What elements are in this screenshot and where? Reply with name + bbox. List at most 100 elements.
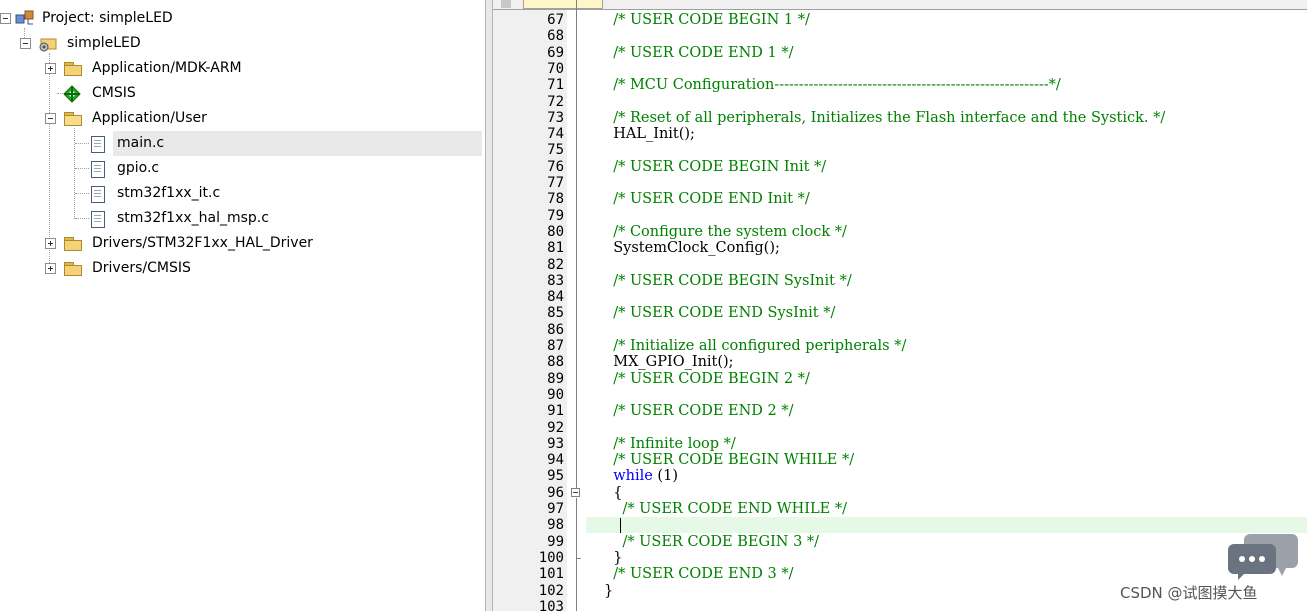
code-line[interactable]: 81 SystemClock_Config(); [493, 240, 1307, 256]
code-text[interactable]: /* Infinite loop */ [604, 436, 736, 452]
c-file-icon [91, 136, 105, 153]
code-line[interactable]: 79 [493, 208, 1307, 224]
line-number: 86 [547, 321, 564, 338]
code-editor[interactable]: 67 /* USER CODE BEGIN 1 */68 69 /* USER C… [493, 0, 1307, 611]
code-line[interactable]: 90 [493, 387, 1307, 403]
code-text[interactable]: MX_GPIO_Init(); [604, 354, 733, 370]
code-text[interactable]: /* USER CODE END 3 */ [604, 566, 793, 582]
expand-icon[interactable] [45, 238, 56, 249]
fold-collapse-icon[interactable] [571, 487, 580, 497]
line-number: 87 [547, 338, 564, 354]
code-line[interactable]: 71 /* MCU Configuration-----------------… [493, 77, 1307, 93]
collapse-icon[interactable] [20, 38, 31, 49]
code-line[interactable]: 88 MX_GPIO_Init(); [493, 354, 1307, 370]
code-line[interactable]: 92 [493, 420, 1307, 436]
code-text[interactable]: /* USER CODE END WHILE */ [604, 501, 847, 517]
line-number: 91 [547, 403, 564, 420]
code-text[interactable]: /* USER CODE END 2 */ [604, 403, 793, 419]
tree-group-application-user[interactable]: Application/User [0, 106, 480, 131]
code-line[interactable]: 82 [493, 257, 1307, 273]
code-text[interactable]: } [604, 583, 613, 599]
tree-group-drivers-hal[interactable]: Drivers/STM32F1xx_HAL_Driver [0, 231, 480, 256]
code-line[interactable]: 86 [493, 322, 1307, 338]
expand-icon[interactable] [45, 263, 56, 274]
code-line[interactable]: 83 /* USER CODE BEGIN SysInit */ [493, 273, 1307, 289]
code-line[interactable]: 75 [493, 142, 1307, 158]
line-number: 88 [547, 354, 564, 371]
code-line[interactable]: 80 /* Configure the system clock */ [493, 224, 1307, 240]
code-text[interactable]: while (1) [604, 468, 678, 484]
code-line[interactable]: 67 /* USER CODE BEGIN 1 */ [493, 12, 1307, 28]
code-line[interactable]: 77 [493, 175, 1307, 191]
expand-icon[interactable] [45, 63, 56, 74]
code-text[interactable]: /* USER CODE BEGIN 1 */ [604, 12, 810, 28]
code-text[interactable]: { [604, 485, 622, 501]
code-text[interactable]: /* USER CODE BEGIN 3 */ [604, 534, 819, 550]
code-line[interactable]: 89 /* USER CODE BEGIN 2 */ [493, 371, 1307, 387]
tree-file-stm32f1xx-it-c[interactable]: stm32f1xx_it.c [0, 181, 480, 206]
tab-main-c[interactable] [523, 0, 603, 9]
code-text[interactable]: /* USER CODE BEGIN 2 */ [604, 371, 810, 387]
code-text[interactable]: /* Configure the system clock */ [604, 224, 847, 240]
pane-splitter[interactable] [485, 0, 493, 611]
code-text[interactable]: /* USER CODE END SysInit */ [604, 305, 835, 321]
code-line[interactable]: 73 /* Reset of all peripherals, Initiali… [493, 110, 1307, 126]
line-number: 76 [547, 158, 564, 175]
code-line[interactable]: 76 /* USER CODE BEGIN Init */ [493, 159, 1307, 175]
code-text[interactable]: /* USER CODE BEGIN Init */ [604, 159, 826, 175]
collapse-icon[interactable] [45, 113, 56, 124]
tree-group-cmsis[interactable]: CMSIS [0, 81, 480, 106]
code-line[interactable]: 91 /* USER CODE END 2 */ [493, 403, 1307, 419]
line-number: 97 [547, 501, 564, 517]
tree-group-application-mdk-arm[interactable]: Application/MDK-ARM [0, 56, 480, 81]
code-text[interactable]: /* USER CODE BEGIN WHILE */ [604, 452, 854, 468]
line-number: 72 [547, 93, 564, 110]
code-line[interactable]: 68 [493, 28, 1307, 44]
code-line[interactable]: 96 { [493, 485, 1307, 501]
c-file-icon [91, 161, 105, 178]
code-text[interactable]: /* USER CODE END 1 */ [604, 45, 793, 61]
code-text[interactable]: /* Initialize all configured peripherals… [604, 338, 906, 354]
code-line[interactable]: 70 [493, 61, 1307, 77]
tree-item-target[interactable]: simpleLED [0, 31, 480, 56]
code-line[interactable]: 98 [493, 517, 1307, 534]
line-number: 83 [547, 272, 564, 289]
code-line[interactable]: 84 [493, 289, 1307, 305]
collapse-icon[interactable] [0, 13, 11, 24]
folder-icon [64, 262, 82, 276]
code-line[interactable]: 99 /* USER CODE BEGIN 3 */ [493, 534, 1307, 550]
line-number: 81 [547, 240, 564, 257]
code-text[interactable]: } [604, 550, 622, 566]
code-text[interactable]: /* USER CODE END Init */ [604, 191, 810, 207]
tree-group-drivers-cmsis[interactable]: Drivers/CMSIS [0, 256, 480, 281]
code-line[interactable]: 97 /* USER CODE END WHILE */ [493, 501, 1307, 517]
code-line[interactable]: 93 /* Infinite loop */ [493, 436, 1307, 452]
tree-root-project[interactable]: Project: simpleLED [0, 6, 480, 31]
tab-scroll-icon[interactable] [501, 0, 511, 8]
tree-file-main-c[interactable]: main.c [0, 131, 480, 156]
tree-file-gpio-c[interactable]: gpio.c [0, 156, 480, 181]
code-line[interactable]: 101 /* USER CODE END 3 */ [493, 566, 1307, 582]
line-number: 100 [538, 549, 564, 566]
group-label: Drivers/CMSIS [92, 260, 191, 276]
code-text[interactable]: /* USER CODE BEGIN SysInit */ [604, 273, 852, 289]
project-tree[interactable]: Project: simpleLED simpleLED Application… [0, 0, 485, 611]
tree-file-stm32f1xx-hal-msp-c[interactable]: stm32f1xx_hal_msp.c [0, 206, 480, 231]
code-line[interactable]: 87 /* Initialize all configured peripher… [493, 338, 1307, 354]
code-line[interactable]: 100 } [493, 550, 1307, 566]
code-text[interactable]: /* MCU Configuration--------------------… [604, 77, 1061, 93]
line-number: 96 [547, 484, 564, 501]
code-line[interactable]: 74 HAL_Init(); [493, 126, 1307, 142]
code-line[interactable]: 69 /* USER CODE END 1 */ [493, 45, 1307, 61]
code-line[interactable]: 94 /* USER CODE BEGIN WHILE */ [493, 452, 1307, 468]
line-number: 101 [538, 566, 564, 583]
code-line[interactable]: 95 while (1) [493, 468, 1307, 484]
code-text[interactable]: SystemClock_Config(); [604, 240, 780, 256]
code-line[interactable]: 72 [493, 94, 1307, 110]
line-number: 71 [547, 77, 564, 94]
code-line[interactable]: 85 /* USER CODE END SysInit */ [493, 305, 1307, 321]
code-line[interactable]: 78 /* USER CODE END Init */ [493, 191, 1307, 207]
code-text[interactable]: /* Reset of all peripherals, Initializes… [604, 110, 1165, 126]
project-icon [15, 10, 34, 25]
code-text[interactable]: HAL_Init(); [604, 126, 695, 142]
